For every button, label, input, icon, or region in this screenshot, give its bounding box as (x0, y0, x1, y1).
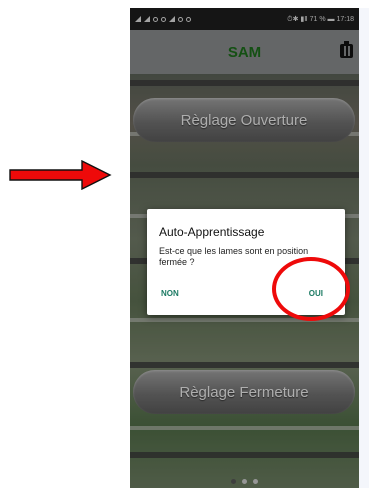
phone-screen: ⏱✱ ▮Ⅱ 71 % ▬ 17:18 SAM Règlage Ouverture… (130, 8, 359, 488)
dialog-title: Auto-Apprentissage (159, 225, 265, 239)
no-button[interactable]: NON (161, 289, 179, 298)
annotation-circle (272, 257, 350, 321)
right-edge-panel (359, 8, 369, 488)
annotation-arrow-icon (9, 160, 112, 190)
